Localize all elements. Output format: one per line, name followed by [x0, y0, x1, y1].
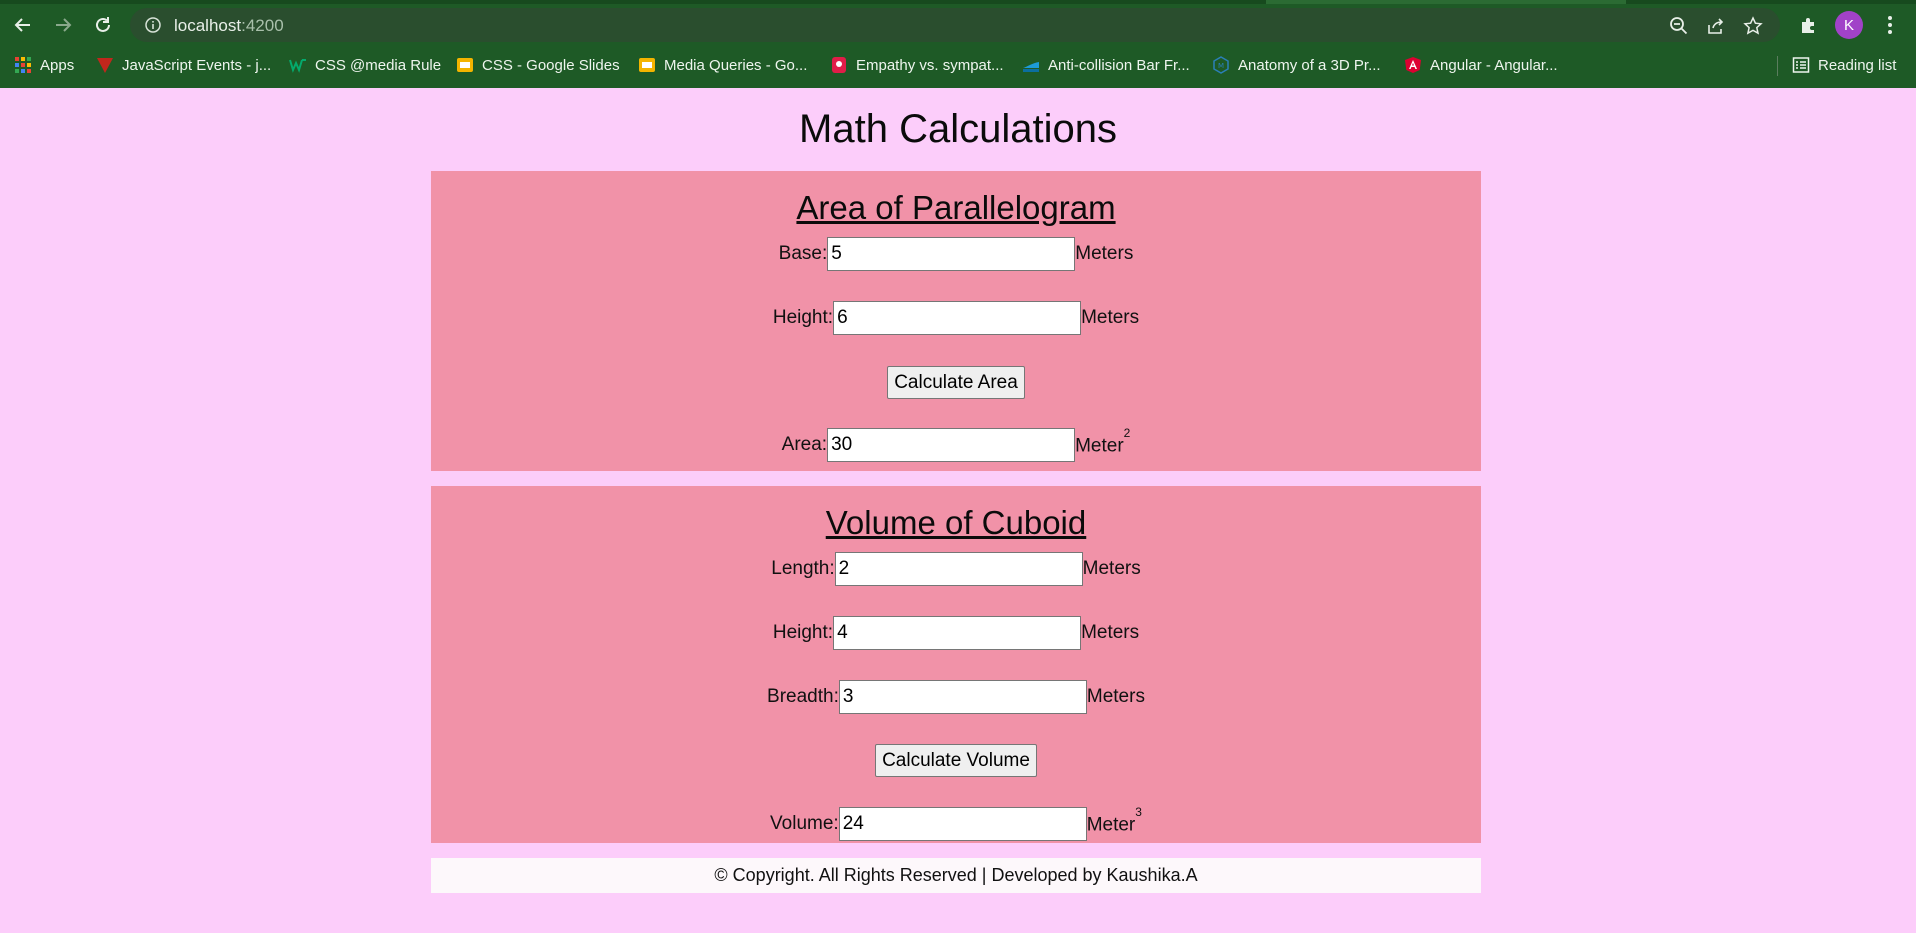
reading-list-label: Reading list	[1818, 56, 1897, 74]
bookmark-empathy[interactable]: Empathy vs. sympat...	[830, 53, 1004, 77]
menu-kebab-icon[interactable]	[1877, 12, 1903, 38]
area-result-input[interactable]	[827, 428, 1076, 462]
bookmark-label: Angular - Angular...	[1430, 56, 1558, 74]
volume-height-input[interactable]	[833, 616, 1082, 650]
reload-button[interactable]	[88, 10, 118, 40]
url-host: localhost	[174, 16, 242, 35]
area-result-label: Area:	[781, 434, 828, 455]
base-row: Base: Meters	[431, 237, 1481, 271]
length-unit: Meters	[1082, 558, 1141, 579]
svg-text:M: M	[1218, 62, 1224, 70]
slides-icon	[639, 58, 655, 72]
area-result-row: Area: Meter2	[431, 426, 1481, 462]
area-unit-text: Meter	[1075, 435, 1124, 457]
site-info-icon[interactable]	[144, 16, 162, 34]
bookmark-label: Empathy vs. sympat...	[856, 56, 1004, 74]
height-input[interactable]	[833, 301, 1082, 335]
breadth-label: Breadth:	[767, 686, 839, 707]
zoom-icon[interactable]	[1668, 15, 1690, 37]
back-arrow-icon	[14, 18, 30, 32]
volume-button-row: Calculate Volume	[431, 744, 1481, 777]
volume-panel: Volume of Cuboid Length: Meters Height: …	[431, 486, 1481, 843]
bookmarks-divider	[1777, 56, 1778, 76]
volume-height-row: Height: Meters	[431, 616, 1481, 650]
url-text[interactable]: localhost:4200	[174, 16, 284, 36]
url-port: :4200	[241, 16, 284, 35]
forward-arrow-icon	[56, 18, 72, 32]
bookmark-media-queries[interactable]: Media Queries - Go...	[638, 53, 807, 77]
base-unit: Meters	[1075, 243, 1134, 264]
calculate-area-button[interactable]: Calculate Area	[887, 366, 1025, 399]
volume-result-input[interactable]	[838, 807, 1087, 841]
reading-list-icon	[1792, 57, 1810, 73]
page-title: Math Calculations	[799, 107, 1117, 151]
bookmark-star-icon[interactable]	[1742, 15, 1764, 37]
empathy-icon	[832, 57, 846, 73]
active-tab-edge	[1266, 0, 1626, 4]
bookmark-apps[interactable]: Apps	[14, 53, 74, 77]
base-input[interactable]	[827, 237, 1076, 271]
reading-list-button[interactable]: Reading list	[1792, 53, 1896, 77]
slides-icon	[457, 58, 473, 72]
bookmark-css-google-slides[interactable]: CSS - Google Slides	[456, 53, 620, 77]
bookmark-label: Apps	[40, 56, 75, 74]
base-label: Base:	[778, 243, 828, 264]
apps-grid-icon	[15, 57, 31, 73]
area-unit-exponent: 2	[1123, 425, 1131, 440]
bookmark-javascript-events[interactable]: JavaScript Events - j...	[96, 53, 271, 77]
browser-chrome: localhost:4200 K Apps JavaScript Events	[0, 0, 1916, 88]
volume-unit-text: Meter	[1086, 814, 1136, 836]
address-bar[interactable]: localhost:4200	[130, 8, 1780, 42]
footer-copyright: © Copyright. All Rights Reserved | Devel…	[431, 858, 1481, 893]
back-button[interactable]	[8, 10, 38, 40]
bookmark-anti-collision[interactable]: Anti-collision Bar Fr...	[1022, 53, 1190, 77]
area-panel: Area of Parallelogram Base: Meters Heigh…	[431, 171, 1481, 471]
breadth-unit: Meters	[1086, 686, 1145, 707]
volume-result-unit: Meter3	[1086, 805, 1142, 836]
height-label: Height:	[772, 307, 834, 328]
bookmark-css-media-rule[interactable]: CSS @media Rule	[289, 53, 441, 77]
height-row: Height: Meters	[431, 301, 1481, 335]
calculate-volume-button[interactable]: Calculate Volume	[875, 744, 1037, 777]
volume-height-label: Height:	[772, 622, 834, 643]
bookmark-anatomy[interactable]: M Anatomy of a 3D Pr...	[1212, 53, 1381, 77]
anti-collision-icon	[1023, 62, 1039, 72]
height-unit: Meters	[1081, 307, 1140, 328]
breadth-input[interactable]	[838, 680, 1087, 714]
angular-icon	[1405, 57, 1421, 73]
profile-avatar[interactable]: K	[1835, 11, 1863, 39]
length-row: Length: Meters	[431, 552, 1481, 586]
bookmarks-bar: Apps JavaScript Events - j... CSS @media…	[0, 50, 1916, 80]
bookmark-label: Anti-collision Bar Fr...	[1048, 56, 1190, 74]
volume-result-row: Volume: Meter3	[431, 805, 1481, 841]
volume-section-title: Volume of Cuboid	[825, 504, 1087, 541]
extensions-puzzle-icon[interactable]	[1796, 12, 1822, 38]
length-input[interactable]	[834, 552, 1083, 586]
bookmark-label: CSS - Google Slides	[482, 56, 620, 74]
anatomy-icon: M	[1213, 56, 1229, 74]
bookmark-label: CSS @media Rule	[315, 56, 442, 74]
js-events-icon	[97, 58, 113, 73]
breadth-row: Breadth: Meters	[431, 680, 1481, 714]
bookmark-angular[interactable]: Angular - Angular...	[1404, 53, 1558, 77]
area-result-unit: Meter2	[1075, 426, 1130, 457]
w3schools-icon	[289, 59, 306, 73]
volume-result-label: Volume:	[770, 813, 839, 834]
volume-unit-exponent: 3	[1135, 804, 1142, 819]
area-section-title: Area of Parallelogram	[796, 189, 1116, 226]
reload-icon	[96, 17, 110, 32]
length-label: Length:	[771, 558, 835, 579]
volume-height-unit: Meters	[1081, 622, 1140, 643]
forward-button[interactable]	[48, 10, 78, 40]
share-icon[interactable]	[1705, 15, 1727, 37]
bookmark-label: Anatomy of a 3D Pr...	[1238, 56, 1381, 74]
bookmark-label: Media Queries - Go...	[664, 56, 808, 74]
bookmark-label: JavaScript Events - j...	[122, 56, 272, 74]
tab-strip	[0, 0, 1916, 4]
area-button-row: Calculate Area	[431, 366, 1481, 399]
